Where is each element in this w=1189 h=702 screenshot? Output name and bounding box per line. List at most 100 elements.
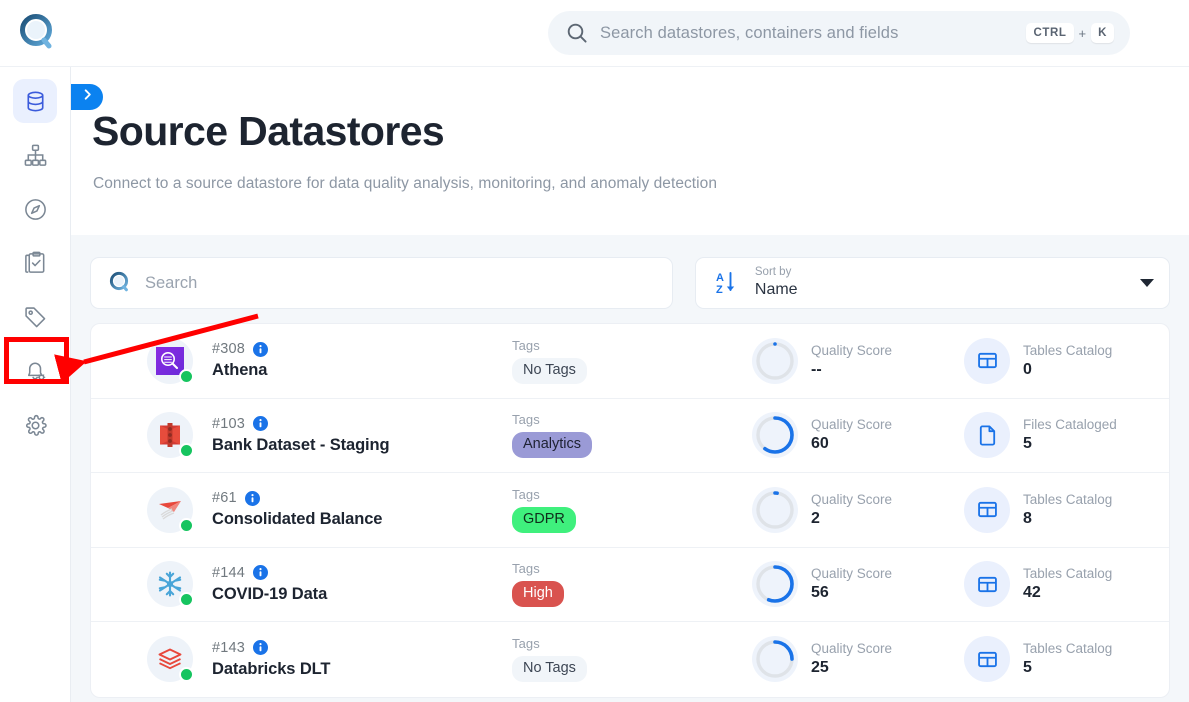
- catalog-cell: Files Cataloged 5: [964, 412, 1117, 459]
- shortcut-ctrl: CTRL: [1026, 23, 1074, 43]
- global-search-input[interactable]: Search datastores, containers and fields…: [548, 11, 1130, 55]
- quality-value: 25: [811, 659, 829, 677]
- catalog-text: Files Cataloged 5: [1023, 417, 1117, 453]
- catalog-text: Tables Catalog 42: [1023, 566, 1112, 602]
- catalog-cell: Tables Catalog 5: [964, 636, 1112, 683]
- top-header: Search datastores, containers and fields…: [0, 0, 1189, 67]
- datastore-logo: [147, 636, 194, 683]
- search-shortcut-hint: CTRL + K: [1026, 23, 1114, 43]
- sort-by-select[interactable]: A Z Sort by Name: [694, 257, 1170, 309]
- content-area: Search A Z Sort by Name #308 Athena Tags…: [71, 235, 1189, 702]
- table-icon: [964, 337, 1010, 384]
- sidebar-item-datastores[interactable]: [13, 79, 57, 123]
- datastore-name: Athena: [212, 361, 268, 380]
- datastore-logo: [147, 337, 194, 384]
- info-icon[interactable]: [253, 565, 269, 581]
- datastore-identity: #143 Databricks DLT: [212, 640, 512, 679]
- sidebar-item-settings[interactable]: [13, 403, 57, 447]
- status-badge: [179, 667, 194, 683]
- search-input[interactable]: Search: [90, 257, 673, 309]
- datastore-name: Databricks DLT: [212, 659, 331, 678]
- datastore-id: #144: [212, 564, 246, 581]
- sidebar-expand-button[interactable]: [71, 84, 103, 110]
- table-row[interactable]: #308 Athena Tags No Tags Quality Score --: [91, 324, 1169, 399]
- catalog-text: Tables Catalog 5: [1023, 641, 1112, 677]
- status-badge: [179, 368, 194, 384]
- search-icon: [566, 22, 588, 44]
- datastore-name: Consolidated Balance: [212, 510, 383, 529]
- info-icon[interactable]: [253, 416, 269, 432]
- info-icon[interactable]: [253, 341, 269, 357]
- quality-text: Quality Score 2: [811, 492, 892, 528]
- tag-badge[interactable]: Analytics: [512, 432, 593, 459]
- table-icon: [964, 561, 1010, 608]
- quality-score-cell: Quality Score 60: [752, 412, 964, 459]
- catalog-label: Tables Catalog: [1023, 491, 1113, 507]
- table-row[interactable]: #144 COVID-19 Data Tags High Quality Scor…: [91, 548, 1169, 622]
- tags-cell: Tags GDPR: [512, 487, 752, 533]
- datastore-id-line: #144: [212, 565, 512, 581]
- table-row[interactable]: #61 Consolidated Balance Tags GDPR Qualit…: [91, 473, 1169, 548]
- table-row[interactable]: #143 Databricks DLT Tags No Tags Quality …: [91, 622, 1169, 697]
- datastore-id: #308: [212, 341, 246, 358]
- tags-cell: Tags No Tags: [512, 636, 752, 683]
- hierarchy-icon: [23, 143, 48, 168]
- chevron-down-icon[interactable]: [1140, 279, 1154, 287]
- tag-icon: [23, 305, 48, 330]
- datastore-id-line: #308: [212, 341, 512, 357]
- tags-cell: Tags No Tags: [512, 338, 752, 384]
- catalog-label: Files Cataloged: [1023, 417, 1117, 433]
- clipboard-check-icon: [23, 251, 48, 276]
- sort-az-icon: A Z: [715, 270, 741, 296]
- page-title: Source Datastores: [92, 108, 445, 154]
- tag-badge[interactable]: GDPR: [512, 506, 576, 533]
- status-badge: [179, 443, 194, 459]
- datastore-name: COVID-19 Data: [212, 584, 328, 603]
- tag-badge[interactable]: High: [512, 581, 564, 608]
- table-row[interactable]: #103 Bank Dataset - Staging Tags Analytic…: [91, 399, 1169, 473]
- magnifier-logo-icon[interactable]: [14, 10, 60, 56]
- datastore-id-line: #143: [212, 640, 512, 656]
- quality-score-cell: Quality Score 25: [752, 636, 964, 683]
- datastore-list: #308 Athena Tags No Tags Quality Score --: [90, 323, 1170, 698]
- catalog-text: Tables Catalog 0: [1023, 343, 1112, 379]
- tag-badge[interactable]: No Tags: [512, 357, 587, 384]
- tags-label: Tags: [512, 337, 540, 353]
- sidebar-item-tags[interactable]: [13, 295, 57, 339]
- quality-score-cell: Quality Score 56: [752, 561, 964, 608]
- datastore-logo: [147, 412, 194, 459]
- table-icon: [964, 486, 1010, 533]
- sidebar-item-checks[interactable]: [13, 241, 57, 285]
- page-header: Source Datastores Connect to a source da…: [71, 67, 1189, 235]
- sidebar-item-explore[interactable]: [13, 187, 57, 231]
- sidebar-item-catalog[interactable]: [13, 133, 57, 177]
- tags-label: Tags: [512, 636, 540, 652]
- catalog-cell: Tables Catalog 42: [964, 561, 1112, 608]
- catalog-label: Tables Catalog: [1023, 342, 1113, 358]
- info-icon[interactable]: [253, 640, 269, 656]
- tag-badge[interactable]: No Tags: [512, 656, 587, 683]
- catalog-value: 0: [1023, 360, 1032, 378]
- sidebar-rail: [0, 67, 71, 702]
- global-search-placeholder: Search datastores, containers and fields: [600, 23, 899, 42]
- quality-score-cell: Quality Score --: [752, 337, 964, 384]
- datastore-identity: #103 Bank Dataset - Staging: [212, 416, 512, 455]
- page-subtitle: Connect to a source datastore for data q…: [93, 175, 717, 192]
- status-badge: [179, 517, 194, 533]
- search-placeholder: Search: [145, 273, 198, 292]
- datastore-identity: #144 COVID-19 Data: [212, 565, 512, 604]
- info-icon[interactable]: [244, 490, 260, 506]
- datastore-id: #143: [212, 639, 246, 656]
- catalog-cell: Tables Catalog 8: [964, 486, 1113, 533]
- quality-text: Quality Score 25: [811, 641, 892, 677]
- quality-ring: [752, 636, 798, 683]
- catalog-value: 8: [1023, 509, 1032, 527]
- app-root: Search datastores, containers and fields…: [0, 0, 1189, 702]
- tags-cell: Tags Analytics: [512, 412, 752, 459]
- tags-cell: Tags High: [512, 561, 752, 608]
- datastore-id-line: #103: [212, 416, 512, 432]
- quality-text: Quality Score 60: [811, 417, 892, 453]
- chevron-right-icon: [81, 88, 94, 106]
- datastore-id: #103: [212, 415, 246, 432]
- annotation-highlight-box: [4, 337, 69, 384]
